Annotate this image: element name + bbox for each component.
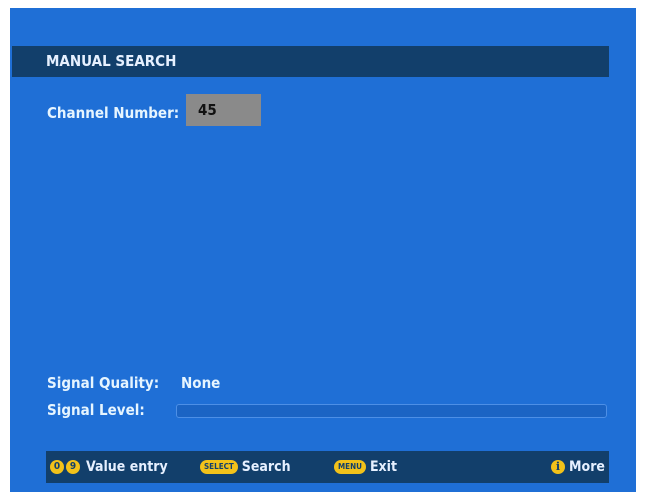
exit-label: Exit <box>369 459 398 475</box>
info-icon: i <box>551 460 565 474</box>
channel-number-label: Channel Number: <box>47 104 180 122</box>
signal-quality-value: None <box>181 374 221 392</box>
key-0-icon: 0 <box>50 460 64 474</box>
signal-level-label: Signal Level: <box>47 401 145 419</box>
more-label: More <box>569 459 605 475</box>
channel-number-input[interactable]: 45 <box>186 94 261 126</box>
signal-quality-label: Signal Quality: <box>47 374 160 392</box>
footer-hint-bar: 0 9 Value entry SELECT Search MENU Exit … <box>46 451 609 483</box>
search-hint: SELECT Search <box>200 451 291 483</box>
select-key-icon: SELECT <box>200 460 238 474</box>
signal-level-bar <box>176 404 607 418</box>
key-9-icon: 9 <box>66 460 80 474</box>
menu-key-icon: MENU <box>334 460 366 474</box>
search-label: Search <box>241 459 291 475</box>
tv-screen: MANUAL SEARCH Channel Number: 45 Signal … <box>10 8 636 492</box>
page-title: MANUAL SEARCH <box>12 46 609 77</box>
exit-hint: MENU Exit <box>334 451 397 483</box>
value-entry-hint: 0 9 Value entry <box>50 451 168 483</box>
value-entry-label: Value entry <box>86 459 168 475</box>
more-hint: i More <box>551 451 605 483</box>
